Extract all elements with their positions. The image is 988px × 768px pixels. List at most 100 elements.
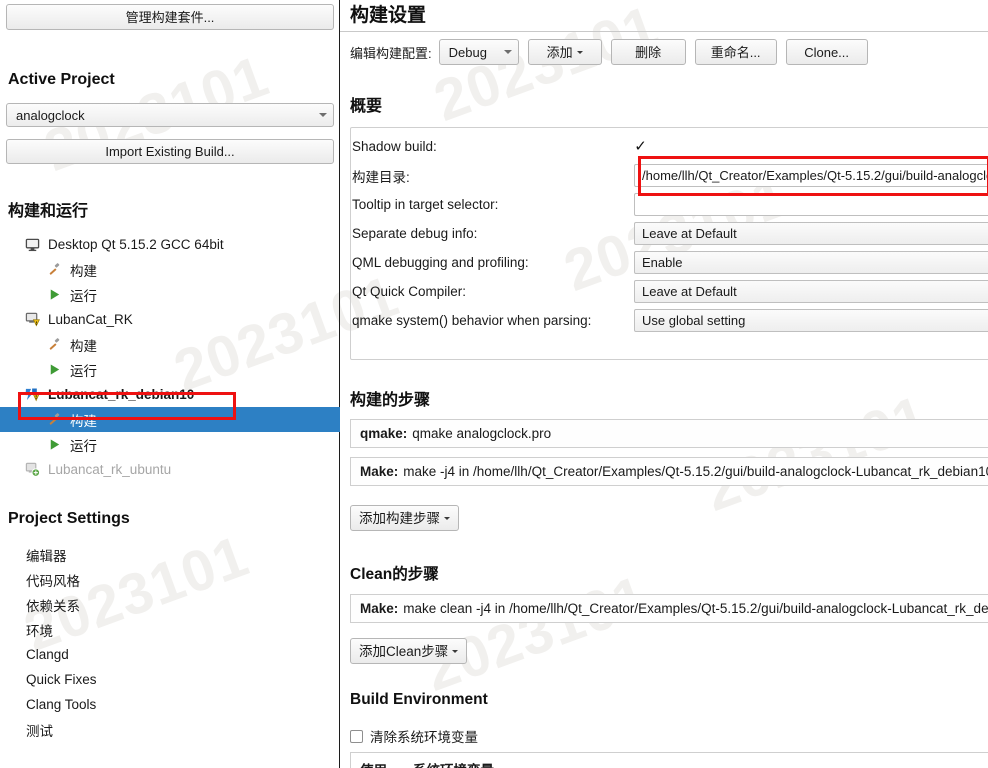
summary-value: Leave at Default [642, 284, 737, 299]
kit-add-icon [24, 461, 41, 478]
project-settings-item[interactable]: Clangd [0, 642, 340, 667]
project-settings-item[interactable]: Clang Tools [0, 692, 340, 717]
add-clean-step-button[interactable]: 添加Clean步骤 [350, 638, 468, 664]
import-existing-build-button[interactable]: Import Existing Build... [6, 139, 334, 164]
tree-item[interactable]: 构建 [0, 257, 340, 282]
chevron-down-icon [576, 50, 583, 54]
tree-item-label: Desktop Qt 5.15.2 GCC 64bit [48, 237, 224, 252]
project-settings-item[interactable]: Quick Fixes [0, 667, 340, 692]
project-settings-item[interactable]: 测试 [0, 717, 340, 742]
tree-item-label: 构建 [70, 263, 97, 279]
build-configuration-value: Debug [448, 44, 487, 60]
build-step-detail: qmake analogclock.pro [412, 426, 552, 441]
build-step-name: qmake: [360, 426, 408, 441]
page-title: 构建设置 [350, 5, 427, 26]
env-col-use: 使用 [360, 759, 387, 768]
remove-configuration-button[interactable]: 删除 [610, 39, 686, 65]
summary-value: Leave at Default [642, 226, 737, 241]
tree-item[interactable]: 构建 [0, 332, 340, 357]
chevron-down-icon [503, 50, 512, 54]
build-step-name: Make: [360, 464, 399, 479]
shadow-build-checkbox[interactable]: ✓ [634, 139, 647, 154]
tree-item-label: 构建 [70, 338, 97, 354]
clean-steps-heading: Clean的步骤 [350, 566, 439, 583]
project-sidebar: 管理构建套件... Active Project analogclock Imp… [0, 0, 340, 768]
summary-row: QML debugging and profiling: Enable [352, 248, 988, 277]
rename-configuration-button[interactable]: 重命名... [694, 39, 777, 65]
environment-table[interactable]: 使用 系统环境变量 [350, 752, 988, 768]
tree-item[interactable]: 运行 [0, 357, 340, 382]
summary-row-label: Tooltip in target selector: [352, 197, 499, 212]
summary-row: qmake system() behavior when parsing: Use… [352, 306, 988, 335]
project-settings-item[interactable]: 编辑器 [0, 542, 340, 567]
summary-text-input[interactable] [634, 193, 988, 216]
kit-warning-icon [24, 386, 41, 403]
edit-build-configuration-label: 编辑构建配置: [350, 45, 432, 61]
tree-item-label: 运行 [70, 288, 97, 304]
summary-row-control-wrap: Leave at Default [634, 280, 988, 303]
tree-item[interactable]: Desktop Qt 5.15.2 GCC 64bit [0, 232, 340, 257]
environment-table-header: 使用 系统环境变量 [351, 753, 988, 768]
summary-row-label: qmake system() behavior when parsing: [352, 313, 592, 328]
clear-system-environment-checkbox-row[interactable]: 清除系统环境变量 [350, 726, 478, 746]
kit-tree: Desktop Qt 5.15.2 GCC 64bit 构建 运行 LubanCat_… [0, 232, 340, 482]
env-col-variable: 系统环境变量 [413, 759, 494, 768]
edit-build-configuration-row: 编辑构建配置: Debug 添加 删除 重命名... Clone... [350, 39, 868, 65]
build-step-qmake[interactable]: qmake: qmake analogclock.pro [350, 419, 988, 448]
summary-select[interactable]: Enable [634, 251, 988, 274]
summary-value: /home/llh/Qt_Creator/Examples/Qt-5.15.2/… [642, 168, 988, 183]
play-icon [46, 436, 63, 453]
active-project-select[interactable]: analogclock [6, 103, 334, 127]
tree-item[interactable]: 运行 [0, 282, 340, 307]
add-configuration-button[interactable]: 添加 [527, 39, 602, 65]
summary-text-input[interactable]: /home/llh/Qt_Creator/Examples/Qt-5.15.2/… [634, 164, 988, 187]
tree-item[interactable]: LubanCat_RK [0, 307, 340, 332]
chevron-down-icon [319, 113, 327, 117]
clear-system-environment-checkbox[interactable] [350, 729, 363, 743]
clean-step-make[interactable]: Make: make clean -j4 in /home/llh/Qt_Cre… [350, 594, 988, 623]
hammer-icon [46, 411, 63, 428]
active-project-heading: Active Project [8, 71, 115, 88]
tree-item[interactable]: 构建 [0, 407, 340, 432]
tree-item[interactable]: Lubancat_rk_ubuntu [0, 457, 340, 482]
manage-kits-button[interactable]: 管理构建套件... [6, 4, 334, 30]
tree-item[interactable]: 运行 [0, 432, 340, 457]
summary-row-label: Shadow build: [352, 139, 437, 154]
tree-item-label: 构建 [70, 413, 97, 429]
summary-select[interactable]: Leave at Default [634, 222, 988, 245]
hammer-icon [46, 336, 63, 353]
build-step-make[interactable]: Make: make -j4 in /home/llh/Qt_Creator/E… [350, 457, 988, 486]
summary-row: Separate debug info: Leave at Default [352, 219, 988, 248]
summary-row-control-wrap: Leave at Default [634, 222, 988, 245]
hammer-icon [46, 261, 63, 278]
summary-row-label: 构建目录: [352, 169, 410, 185]
summary-row-control-wrap: ✓ [634, 139, 988, 154]
summary-row-label: QML debugging and profiling: [352, 255, 529, 270]
add-build-step-button[interactable]: 添加构建步骤 [350, 505, 459, 531]
summary-value: Enable [642, 255, 683, 270]
tree-item[interactable]: Lubancat_rk_debian10 [0, 382, 340, 407]
add-configuration-label: 添加 [546, 44, 573, 60]
summary-row-control-wrap: Enable [634, 251, 988, 274]
summary-row: 构建目录: /home/llh/Qt_Creator/Examples/Qt-5.… [352, 161, 988, 190]
title-divider [340, 31, 988, 32]
project-settings-heading: Project Settings [8, 510, 130, 527]
summary-select[interactable]: Leave at Default [634, 280, 988, 303]
active-project-value: analogclock [16, 107, 85, 123]
project-settings-list: 编辑器 代码风格 依赖关系 环境 Clangd Quick Fixes Clang Tool… [0, 542, 340, 742]
project-settings-item[interactable]: 环境 [0, 617, 340, 642]
build-settings-page: 管理构建套件... Active Project analogclock Imp… [0, 0, 988, 768]
project-settings-item[interactable]: 依赖关系 [0, 592, 340, 617]
summary-row: Qt Quick Compiler: Leave at Default [352, 277, 988, 306]
project-settings-item[interactable]: 代码风格 [0, 567, 340, 592]
summary-row: Shadow build: ✓ [352, 132, 988, 161]
build-configuration-select[interactable]: Debug [438, 39, 519, 65]
clone-configuration-button[interactable]: Clone... [785, 39, 868, 65]
desktop-icon [24, 236, 41, 253]
tree-item-label: 运行 [70, 363, 97, 379]
summary-select[interactable]: Use global setting [634, 309, 988, 332]
tree-item-label: 运行 [70, 438, 97, 454]
build-and-run-heading: 构建和运行 [8, 203, 89, 220]
build-steps-heading: 构建的步骤 [350, 392, 431, 409]
summary-row-control-wrap [634, 193, 988, 216]
